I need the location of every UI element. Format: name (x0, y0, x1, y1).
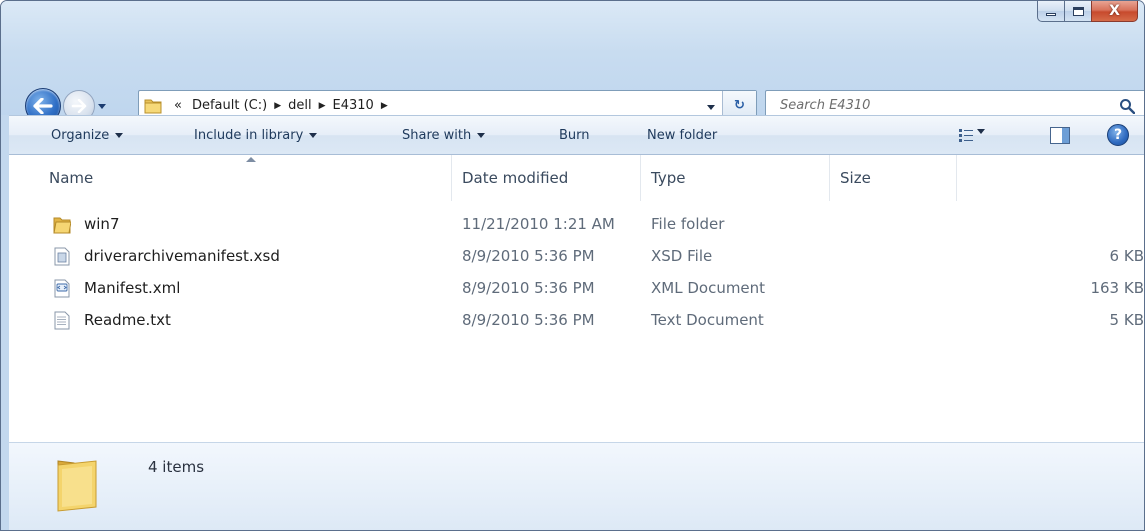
breadcrumb-overflow[interactable]: « (169, 98, 187, 113)
chevron-down-icon (707, 104, 715, 110)
folder-icon (53, 217, 71, 234)
file-size: 6 KB (1109, 247, 1144, 265)
file-size (209, 208, 1144, 240)
file-name: win7 (84, 215, 120, 233)
minimize-button[interactable] (1037, 1, 1064, 22)
file-list: Name Date modified Type Size win7 11/21/… (9, 155, 1144, 442)
table-row[interactable]: Readme.txt 8/9/2010 5:36 PM Text Documen… (9, 304, 1144, 336)
refresh-icon: ↻ (734, 98, 745, 113)
breadcrumb-separator-icon[interactable]: ▶ (379, 101, 390, 111)
folder-icon (144, 99, 162, 114)
table-row[interactable]: win7 11/21/2010 1:21 AM File folder (9, 208, 1144, 240)
file-size: 5 KB (1109, 311, 1144, 329)
column-header-size[interactable]: Size (830, 155, 957, 201)
new-folder-label: New folder (647, 127, 718, 143)
close-button[interactable]: X (1091, 1, 1138, 22)
burn-label: Burn (559, 127, 590, 143)
include-in-library-button[interactable]: Include in library (194, 125, 318, 145)
breadcrumb-dell[interactable]: dell (283, 98, 316, 113)
back-arrow-icon (33, 98, 53, 114)
chevron-down-icon (477, 132, 486, 138)
details-pane: 4 items (9, 442, 1144, 530)
column-header-name-label: Name (49, 169, 94, 187)
new-folder-button[interactable]: New folder (647, 125, 717, 145)
help-button[interactable]: ? (1107, 124, 1129, 146)
preview-pane-icon[interactable] (1050, 127, 1070, 144)
navigation-pane-edge (1, 115, 9, 530)
minimize-icon (1046, 13, 1056, 16)
breadcrumb-separator-icon[interactable]: ▶ (317, 101, 328, 111)
close-icon: X (1109, 3, 1120, 19)
breadcrumb-separator-icon[interactable]: ▶ (272, 101, 283, 111)
forward-arrow-icon (71, 99, 87, 113)
share-with-label: Share with (402, 127, 472, 143)
item-count: 4 items (148, 458, 205, 476)
column-headers: Name Date modified Type Size (9, 155, 1144, 201)
maximize-button[interactable] (1064, 1, 1091, 22)
chevron-down-icon (115, 132, 124, 138)
table-row[interactable]: driverarchivemanifest.xsd 8/9/2010 5:36 … (9, 240, 1144, 272)
command-bar: Organize Include in library Share with B… (9, 115, 1144, 155)
caption-buttons: X (1037, 1, 1138, 22)
column-header-size-label: Size (840, 169, 871, 187)
organize-label: Organize (51, 127, 110, 143)
table-row[interactable]: Manifest.xml 8/9/2010 5:36 PM XML Docume… (9, 272, 1144, 304)
sort-ascending-icon (246, 157, 256, 162)
include-in-library-label: Include in library (194, 127, 304, 143)
breadcrumb-drive[interactable]: Default (C:) (187, 98, 272, 113)
more-views-dropdown[interactable] (977, 129, 985, 134)
file-name: Manifest.xml (84, 279, 181, 297)
share-with-button[interactable]: Share with (402, 125, 486, 145)
breadcrumb: « Default (C:) ▶ dell ▶ E4310 ▶ (169, 98, 390, 113)
column-header-date[interactable]: Date modified (452, 155, 641, 201)
chevron-down-icon (309, 132, 318, 138)
column-header-type[interactable]: Type (641, 155, 830, 201)
column-header-type-label: Type (651, 169, 686, 187)
change-view-icon[interactable] (958, 128, 974, 142)
maximize-icon (1072, 6, 1084, 16)
xsd-file-icon (54, 247, 70, 266)
organize-button[interactable]: Organize (51, 125, 124, 145)
burn-button[interactable]: Burn (559, 125, 590, 145)
xml-file-icon (54, 279, 70, 298)
recent-pages-dropdown[interactable] (97, 101, 107, 111)
search-icon[interactable] (1119, 98, 1135, 114)
file-name: Readme.txt (84, 311, 171, 329)
explorer-window: X « Default (C:) ▶ dell ▶ E4310 ▶ ↻ Sear… (0, 0, 1145, 531)
chevron-down-icon (98, 103, 106, 109)
help-icon: ? (1113, 127, 1123, 143)
address-history-dropdown[interactable] (706, 102, 716, 112)
breadcrumb-e4310[interactable]: E4310 (328, 98, 379, 113)
column-header-date-label: Date modified (462, 169, 569, 187)
file-size: 163 KB (1090, 279, 1144, 297)
text-file-icon (54, 311, 70, 330)
folder-icon (57, 460, 97, 512)
